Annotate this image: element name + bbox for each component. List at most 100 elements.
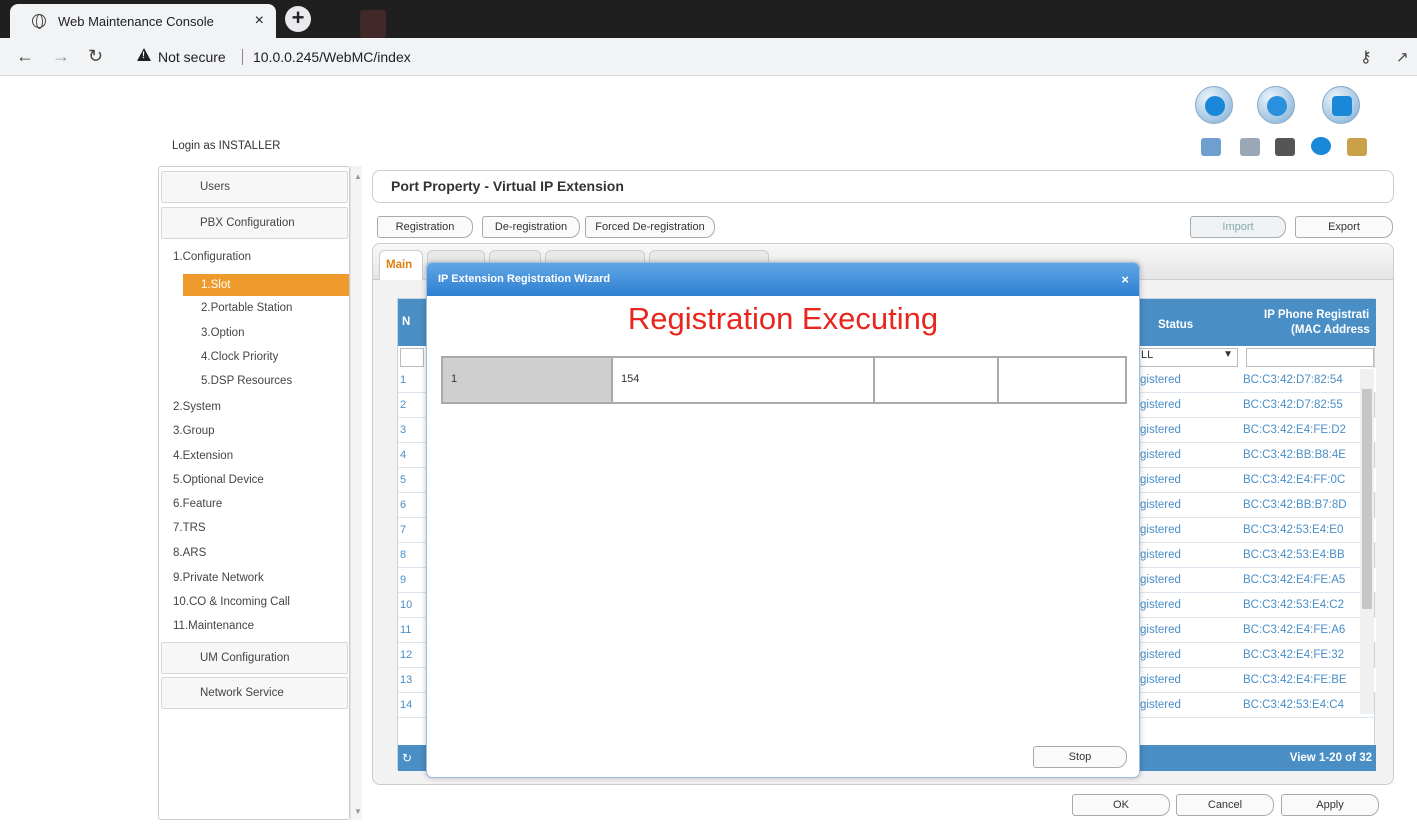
row-number: 1 [400,374,407,386]
sidebar-item-group[interactable]: 3.Group [173,425,215,437]
row-number: 4 [400,449,407,461]
scroll-down-icon[interactable]: ▼ [354,807,362,816]
row-mac: BC:C3:42:E4:FE:A6 [1243,624,1346,636]
view-range: View 1-20 of 32 [1289,752,1372,764]
stop-button[interactable]: Stop [1033,746,1127,768]
scroll-thumb[interactable] [1362,389,1372,609]
row-status: gistered [1140,574,1181,586]
address-bar: ← → ↻ Not secure 10.0.0.245/WebMC/index … [0,38,1417,76]
row-status: gistered [1140,424,1181,436]
tab-close-button[interactable]: × [255,12,264,30]
ok-button[interactable]: OK [1072,794,1170,816]
row-status: gistered [1140,699,1181,711]
row-mac: BC:C3:42:53:E4:E0 [1243,524,1344,536]
sidebar-network-service[interactable]: Network Service [161,677,348,709]
cell-extension: 154 [613,358,875,402]
calendar-icon[interactable] [1201,138,1221,156]
cancel-button[interactable]: Cancel [1176,794,1274,816]
sidebar-item-portable-station[interactable]: 2.Portable Station [201,302,292,314]
mac-filter-input[interactable] [1246,348,1374,367]
forward-icon[interactable]: → [52,46,70,67]
row-status: gistered [1140,649,1181,661]
home-icon[interactable] [1195,86,1233,124]
row-status: gistered [1140,449,1181,461]
dialog-title: IP Extension Registration Wizard [427,263,1139,296]
row-mac: BC:C3:42:E4:FE:BE [1243,674,1347,686]
registration-table: 1 154 [441,356,1127,404]
row-mac: BC:C3:42:D7:82:55 [1243,399,1343,411]
row-mac: BC:C3:42:E4:FF:0C [1243,474,1346,486]
browser-tab-bar: Web Maintenance Console × + [0,0,1417,38]
sidebar-um-configuration[interactable]: UM Configuration [161,642,348,674]
info-icon[interactable] [1311,137,1331,155]
refresh-icon[interactable]: ↻ [402,751,412,765]
tab-main[interactable]: Main [379,250,423,280]
divider [242,49,243,65]
sidebar-item-feature[interactable]: 6.Feature [173,498,222,510]
sidebar-item-optional-device[interactable]: 5.Optional Device [173,474,264,486]
sidebar-scrollbar[interactable]: ▲ ▼ [350,166,362,820]
logout-icon[interactable] [1347,138,1367,156]
tool-icon[interactable] [1257,86,1295,124]
sidebar-item-co-incoming-call[interactable]: 10.CO & Incoming Call [173,596,290,608]
sidebar-item-system[interactable]: 2.System [173,401,221,413]
url-text[interactable]: 10.0.0.245/WebMC/index [253,49,411,65]
row-status: gistered [1140,474,1181,486]
row-status: gistered [1140,674,1181,686]
sidebar-item-maintenance[interactable]: 11.Maintenance [173,620,254,632]
close-icon[interactable]: × [1121,272,1129,287]
cell-index: 1 [443,358,613,402]
row-number: 6 [400,499,407,511]
sidebar-item-trs[interactable]: 7.TRS [173,522,206,534]
sidebar-item-private-network[interactable]: 9.Private Network [173,572,264,584]
sidebar-item-option[interactable]: 3.Option [201,327,244,339]
tab-title: Web Maintenance Console [58,13,214,29]
row-number: 8 [400,549,407,561]
sidebar-configuration[interactable]: 1.Configuration [173,251,251,263]
grid-vertical-scrollbar[interactable] [1360,369,1374,714]
row-mac: BC:C3:42:E4:FE:D2 [1243,424,1346,436]
sidebar-item-extension[interactable]: 4.Extension [173,450,233,462]
save-icon[interactable] [1275,138,1295,156]
registration-button[interactable]: Registration [377,216,473,238]
sidebar-users[interactable]: Users [161,171,348,203]
login-status: Login as INSTALLER [172,140,281,152]
import-button[interactable]: Import [1190,216,1286,238]
new-tab-button[interactable]: + [285,6,311,32]
apply-button[interactable]: Apply [1281,794,1379,816]
settings-icon[interactable] [1322,86,1360,124]
warning-icon[interactable] [137,48,151,61]
export-button[interactable]: Export [1295,216,1393,238]
sidebar-item-dsp-resources[interactable]: 5.DSP Resources [201,375,292,387]
share-icon[interactable]: ↗ [1396,48,1409,66]
reload-icon[interactable]: ↻ [88,46,103,67]
scroll-up-icon[interactable]: ▲ [354,172,362,181]
row-number: 14 [400,699,413,711]
cell-empty-2 [999,358,1125,402]
dialog-heading: Registration Executing [627,301,939,336]
row-mac: BC:C3:42:D7:82:54 [1243,374,1343,386]
back-icon[interactable]: ← [16,46,34,67]
phone-icon[interactable] [1240,138,1260,156]
sidebar-item-clock-priority[interactable]: 4.Clock Priority [201,351,278,363]
row-mac: BC:C3:42:BB:B7:8D [1243,499,1347,511]
browser-tab[interactable]: Web Maintenance Console × [10,4,276,38]
security-label[interactable]: Not secure [158,49,226,65]
forced-deregistration-button[interactable]: Forced De-registration [585,216,715,238]
deregistration-button[interactable]: De-registration [482,216,580,238]
column-header-mac-1[interactable]: IP Phone Registrati [1264,309,1369,321]
sidebar-pbx-configuration[interactable]: PBX Configuration [161,207,348,239]
row-number: 13 [400,674,413,686]
background-window-thumbnail [360,10,386,38]
row-mac: BC:C3:42:53:E4:C4 [1243,699,1345,711]
row-mac: BC:C3:42:53:E4:BB [1243,549,1345,561]
sidebar-item-ars[interactable]: 8.ARS [173,547,206,559]
status-filter-select[interactable]: LL ▼ [1138,348,1238,367]
row-number: 9 [400,574,407,586]
column-header-mac-2[interactable]: (MAC Address [1291,324,1370,336]
column-header-status[interactable]: Status [1158,319,1193,331]
sidebar-item-slot[interactable]: 1.Slot [183,274,349,296]
column-header-no[interactable]: N [402,316,410,328]
key-icon[interactable]: ⚷ [1360,47,1372,67]
filter-no[interactable] [400,348,424,367]
